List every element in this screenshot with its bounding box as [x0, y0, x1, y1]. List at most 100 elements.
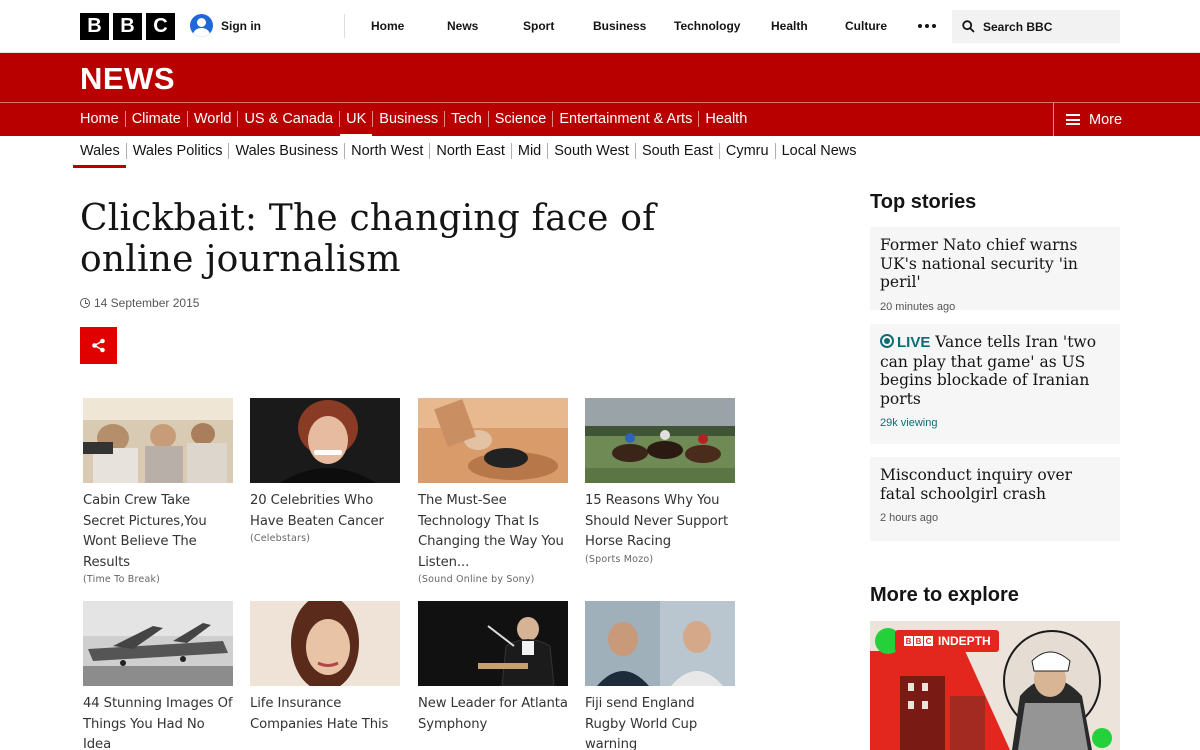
news-nav-world[interactable]: World	[186, 111, 238, 127]
news-nav-climate[interactable]: Climate	[124, 111, 187, 127]
news-band-divider	[0, 102, 1200, 103]
headphones-thumbnail	[418, 398, 568, 483]
news-title[interactable]: NEWS	[80, 61, 175, 97]
top-stories-heading: Top stories	[870, 191, 977, 213]
top-story-card-live[interactable]: LIVE Vance tells Iran 'two can play that…	[870, 324, 1120, 444]
news-nav-uk[interactable]: UK	[339, 111, 373, 137]
indepth-label: INDEPTH	[938, 634, 991, 648]
news-nav-tech[interactable]: Tech	[444, 111, 488, 127]
cabin-crew-thumbnail	[83, 398, 233, 483]
clickbait-card: 44 Stunning Images Of Things You Had No …	[83, 601, 235, 750]
clickbait-title: 20 Celebrities Who Have Beaten Cancer	[250, 493, 384, 529]
news-nav-business[interactable]: Business	[372, 111, 444, 127]
clickbait-card: New Leader for Atlanta Symphony	[418, 601, 570, 735]
news-more-button[interactable]: More	[1053, 103, 1200, 136]
sign-in-button[interactable]: Sign in	[190, 14, 261, 37]
rugby-players-thumbnail	[585, 601, 735, 686]
news-nav-health[interactable]: Health	[698, 111, 753, 127]
top-story-card[interactable]: Misconduct inquiry over fatal schoolgirl…	[870, 457, 1120, 541]
clickbait-card: Fiji send England Rugby World Cup warnin…	[585, 601, 737, 750]
clickbait-title: 44 Stunning Images Of Things You Had No …	[83, 696, 233, 750]
story-title: Former Nato chief warns UK's national se…	[880, 236, 1078, 291]
logo-letter-b1: B	[80, 13, 109, 40]
subnav-wales-business[interactable]: Wales Business	[228, 143, 344, 159]
explore-promo-image[interactable]: B B C INDEPTH	[870, 621, 1120, 750]
subnav-mid[interactable]: Mid	[510, 143, 547, 159]
top-story-card[interactable]: Former Nato chief warns UK's national se…	[870, 227, 1120, 313]
more-menu-icon[interactable]	[918, 24, 936, 28]
bbc-masthead: B B C Sign in Home News Sport Business T…	[0, 0, 1200, 53]
share-button[interactable]	[80, 327, 117, 364]
logo-letter-c: C	[146, 13, 175, 40]
nav-technology[interactable]: Technology	[674, 19, 740, 33]
clickbait-source: (Sports Mozo)	[585, 553, 654, 565]
story-title-live: LIVE Vance tells Iran 'two can play that…	[880, 333, 1110, 408]
indepth-tag: B B C INDEPTH	[895, 630, 999, 652]
subnav-north-west[interactable]: North West	[344, 143, 429, 159]
mini-bbc-logo: B B C	[904, 636, 933, 646]
more-label: More	[1089, 111, 1123, 128]
sign-in-label: Sign in	[221, 18, 261, 33]
hamburger-icon	[1066, 114, 1080, 125]
clickbait-card: The Must-See Technology That Is Changing…	[418, 398, 570, 585]
horse-racing-thumbnail	[585, 398, 735, 483]
article-date: 14 September 2015	[80, 296, 199, 310]
clickbait-source: (Time To Break)	[83, 574, 161, 585]
clickbait-card: 15 Reasons Why You Should Never Support …	[585, 398, 737, 565]
search-input[interactable]	[983, 19, 1103, 34]
woman-portrait-thumbnail	[250, 601, 400, 686]
masthead-divider	[344, 14, 345, 38]
clickbait-title: The Must-See Technology That Is Changing…	[418, 493, 564, 570]
nav-culture[interactable]: Culture	[845, 19, 887, 33]
clickbait-title: 15 Reasons Why You Should Never Support …	[585, 493, 729, 549]
clickbait-card: 20 Celebrities Who Have Beaten Cancer (C…	[250, 398, 402, 544]
search-box[interactable]	[952, 10, 1120, 43]
news-nav-entertainment-arts[interactable]: Entertainment & Arts	[552, 111, 698, 127]
celebrity-thumbnail	[250, 398, 400, 483]
clickbait-card: Cabin Crew Take Secret Pictures,You Wont…	[83, 398, 235, 585]
live-badge: LIVE	[897, 334, 931, 351]
clickbait-title: Life Insurance Companies Hate This	[250, 696, 389, 732]
news-banner: NEWS Home Climate World US & Canada UK B…	[0, 53, 1200, 137]
story-timestamp: 2 hours ago	[880, 512, 939, 524]
nav-news[interactable]: News	[447, 19, 478, 33]
clickbait-title: Fiji send England Rugby World Cup warnin…	[585, 696, 698, 750]
bbc-logo[interactable]: B B C	[80, 13, 175, 40]
news-nav-science[interactable]: Science	[487, 111, 553, 127]
subnav-south-east[interactable]: South East	[634, 143, 719, 159]
live-icon	[880, 334, 894, 348]
conductor-thumbnail	[418, 601, 568, 686]
aircraft-thumbnail	[83, 601, 233, 686]
clickbait-title: New Leader for Atlanta Symphony	[418, 696, 568, 732]
subnav-north-east[interactable]: North East	[429, 143, 511, 159]
clickbait-source: (Sound Online by Sony)	[418, 574, 535, 585]
search-icon	[962, 20, 975, 33]
mini-logo-letter: C	[924, 636, 933, 646]
clickbait-title: Cabin Crew Take Secret Pictures,You Wont…	[83, 493, 207, 570]
mini-logo-letter: B	[914, 636, 923, 646]
clock-icon	[80, 298, 90, 308]
mini-logo-letter: B	[904, 636, 913, 646]
subnav-cymru[interactable]: Cymru	[718, 143, 775, 159]
article-date-text: 14 September 2015	[94, 296, 200, 310]
subnav-south-west[interactable]: South West	[547, 143, 635, 159]
clickbait-source: (Celebstars)	[250, 533, 311, 544]
clickbait-card: Life Insurance Companies Hate This	[250, 601, 402, 735]
news-nav-home[interactable]: Home	[80, 111, 125, 127]
news-nav-us-canada[interactable]: US & Canada	[237, 111, 339, 127]
nav-home[interactable]: Home	[371, 19, 404, 33]
account-icon	[190, 14, 213, 37]
subnav-wales[interactable]: Wales	[73, 143, 126, 168]
nav-business[interactable]: Business	[593, 19, 646, 33]
subnav-local-news[interactable]: Local News	[774, 143, 863, 159]
share-icon	[92, 338, 105, 353]
article-headline: Clickbait: The changing face of online j…	[80, 198, 656, 280]
logo-letter-b2: B	[113, 13, 142, 40]
subnav-wales-politics[interactable]: Wales Politics	[125, 143, 229, 159]
nav-sport[interactable]: Sport	[523, 19, 554, 33]
story-viewers: 29k viewing	[880, 417, 938, 429]
wales-sub-nav: Wales Wales Politics Wales Business Nort…	[73, 142, 863, 168]
nav-health[interactable]: Health	[771, 19, 808, 33]
more-to-explore-heading: More to explore	[870, 584, 1019, 606]
news-section-nav: Home Climate World US & Canada UK Busine…	[80, 110, 753, 137]
